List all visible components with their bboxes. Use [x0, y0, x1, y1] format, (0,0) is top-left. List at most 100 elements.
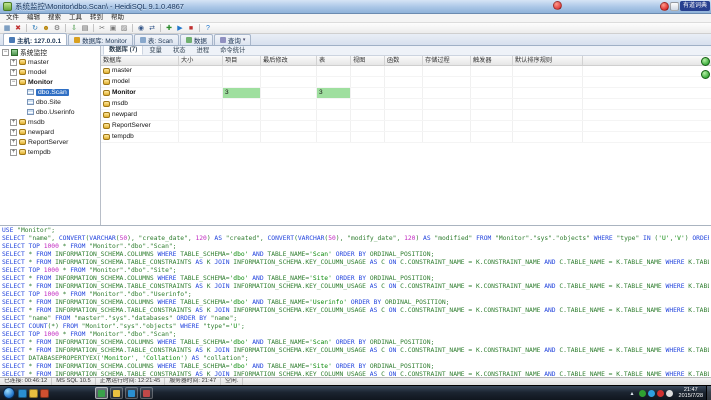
menu-item-help[interactable]: 帮助	[107, 14, 128, 22]
table-row[interactable]: newpard	[101, 110, 711, 121]
subtab-status[interactable]: 状态	[168, 46, 191, 55]
server-icon	[11, 49, 18, 56]
subtab-command-statistics[interactable]: 命令统计	[215, 46, 250, 55]
export-database-icon[interactable]: ⇩	[69, 24, 79, 33]
database-name: master	[112, 66, 132, 76]
expander-icon[interactable]: +	[10, 139, 17, 146]
table-row[interactable]: master	[101, 66, 711, 77]
table-icon	[27, 89, 34, 95]
copy-icon[interactable]: ▣	[108, 24, 118, 33]
column-header-2[interactable]: 项目	[223, 56, 261, 65]
expander-icon[interactable]: −	[2, 49, 9, 56]
ie-icon[interactable]	[18, 389, 27, 398]
tree-item-db-monitor[interactable]: −Monitor	[0, 77, 100, 87]
tree-item-db-master[interactable]: +master	[0, 57, 100, 67]
grid-cell: newpard	[101, 110, 179, 120]
widget-capture-icon[interactable]	[670, 2, 679, 11]
log-line: SELECT * FROM INFORMATION_SCHEMA.COLUMNS…	[2, 339, 709, 347]
grid-cell	[179, 121, 223, 131]
column-header-7[interactable]: 存储过程	[423, 56, 471, 65]
column-header-5[interactable]: 视图	[351, 56, 385, 65]
tree-item-db-newpard[interactable]: +newpard	[0, 127, 100, 137]
user-manager-icon[interactable]: ☻	[41, 24, 51, 33]
subtab-variables[interactable]: 变量	[144, 46, 167, 55]
table-row[interactable]: ReportServer	[101, 121, 711, 132]
column-header-4[interactable]: 表	[317, 56, 351, 65]
show-desktop-button[interactable]	[706, 386, 711, 400]
title-bar[interactable]: 系统监控\Monitor\dbo.Scan\ - HeidiSQL 9.1.0.…	[0, 0, 711, 14]
database-icon	[103, 123, 110, 129]
expander-icon[interactable]: +	[10, 59, 17, 66]
tree-item-db-tempdb[interactable]: +tempdb	[0, 147, 100, 157]
dict-widget-label[interactable]: 有道词典	[680, 1, 710, 11]
tab-query[interactable]: 查询▾	[214, 34, 252, 45]
expander-icon[interactable]: +	[10, 149, 17, 156]
table-row[interactable]: Monitor33	[101, 88, 711, 99]
column-header-6[interactable]: 函数	[385, 56, 423, 65]
preferences-icon[interactable]: ⚙	[52, 24, 62, 33]
tree-item-table-dbo-site[interactable]: dbo.Site	[0, 97, 100, 107]
tree-item-db-msdb[interactable]: +msdb	[0, 117, 100, 127]
grid-cell	[423, 77, 471, 87]
dict-widget: 有道词典	[659, 0, 711, 12]
replace-icon[interactable]: ⇄	[147, 24, 157, 33]
tray-messenger-icon[interactable]	[648, 390, 655, 397]
media-player-icon[interactable]	[40, 389, 49, 398]
tab-table[interactable]: 表: Scan	[134, 34, 179, 45]
grid-cell	[317, 121, 351, 131]
tray-clock[interactable]: 21:47 2015/7/28	[679, 387, 703, 399]
grid-cell	[513, 88, 583, 98]
tree-item-db-model[interactable]: +model	[0, 67, 100, 77]
menu-item-goto[interactable]: 转到	[86, 14, 107, 22]
menu-item-tools[interactable]: 工具	[65, 14, 86, 22]
disconnect-icon[interactable]: ✖	[13, 24, 23, 33]
menu-item-search[interactable]: 搜索	[44, 14, 65, 22]
help-icon[interactable]: ?	[203, 24, 213, 33]
column-header-9[interactable]: 默认排序规则	[513, 56, 583, 65]
tab-database[interactable]: 数据库: Monitor	[68, 34, 133, 45]
task-folder[interactable]	[110, 387, 123, 399]
tree-item-db-reportserver[interactable]: +ReportServer	[0, 137, 100, 147]
menu-item-file[interactable]: 文件	[2, 14, 23, 22]
record-tool-button[interactable]	[701, 70, 710, 79]
expander-icon[interactable]: −	[10, 79, 17, 86]
tray-expand-icon[interactable]: ▴	[629, 390, 636, 397]
capture-tool-button[interactable]	[701, 57, 710, 66]
expander-icon[interactable]: +	[10, 69, 17, 76]
tab-data[interactable]: 数据	[180, 34, 213, 45]
paste-icon[interactable]: ▨	[119, 24, 129, 33]
column-header-8[interactable]: 触发器	[471, 56, 513, 65]
task-browser[interactable]	[125, 387, 138, 399]
menu-item-edit[interactable]: 编辑	[23, 14, 44, 22]
run-query-icon[interactable]: ▶	[175, 24, 185, 33]
new-query-icon[interactable]: ✚	[164, 24, 174, 33]
table-row[interactable]: msdb	[101, 99, 711, 110]
column-header-0[interactable]: 数据库	[101, 56, 179, 65]
find-icon[interactable]: ◉	[136, 24, 146, 33]
column-header-1[interactable]: 大小	[179, 56, 223, 65]
refresh-icon[interactable]: ↻	[30, 24, 40, 33]
cut-icon[interactable]: ✂	[97, 24, 107, 33]
subtab-processes[interactable]: 进程	[192, 46, 215, 55]
print-icon[interactable]: ▤	[80, 24, 90, 33]
tray-antivirus-icon[interactable]	[657, 390, 664, 397]
explorer-icon[interactable]	[29, 389, 38, 398]
expander-icon[interactable]: +	[10, 119, 17, 126]
expander-icon[interactable]: +	[10, 129, 17, 136]
table-row[interactable]: tempdb	[101, 132, 711, 143]
floating-app-icon[interactable]	[553, 1, 562, 10]
start-button[interactable]	[3, 387, 15, 399]
tree-item-session-root[interactable]: −系统监控	[0, 47, 100, 57]
stop-icon[interactable]: ■	[186, 24, 196, 33]
tray-volume-icon[interactable]	[666, 390, 673, 397]
task-mssql[interactable]	[140, 387, 153, 399]
tab-host[interactable]: 主机: 127.0.0.1	[3, 33, 67, 45]
tree-item-table-dbo-scan[interactable]: dbo.Scan	[0, 87, 100, 97]
tree-item-table-dbo-userinfo[interactable]: dbo.Userinfo	[0, 107, 100, 117]
column-header-3[interactable]: 最后修改	[261, 56, 317, 65]
session-manager-icon[interactable]: ▦	[2, 24, 12, 33]
table-row[interactable]: model	[101, 77, 711, 88]
widget-red-icon[interactable]	[660, 2, 669, 11]
tray-security-icon[interactable]	[639, 390, 646, 397]
task-heidisql[interactable]	[95, 387, 108, 399]
